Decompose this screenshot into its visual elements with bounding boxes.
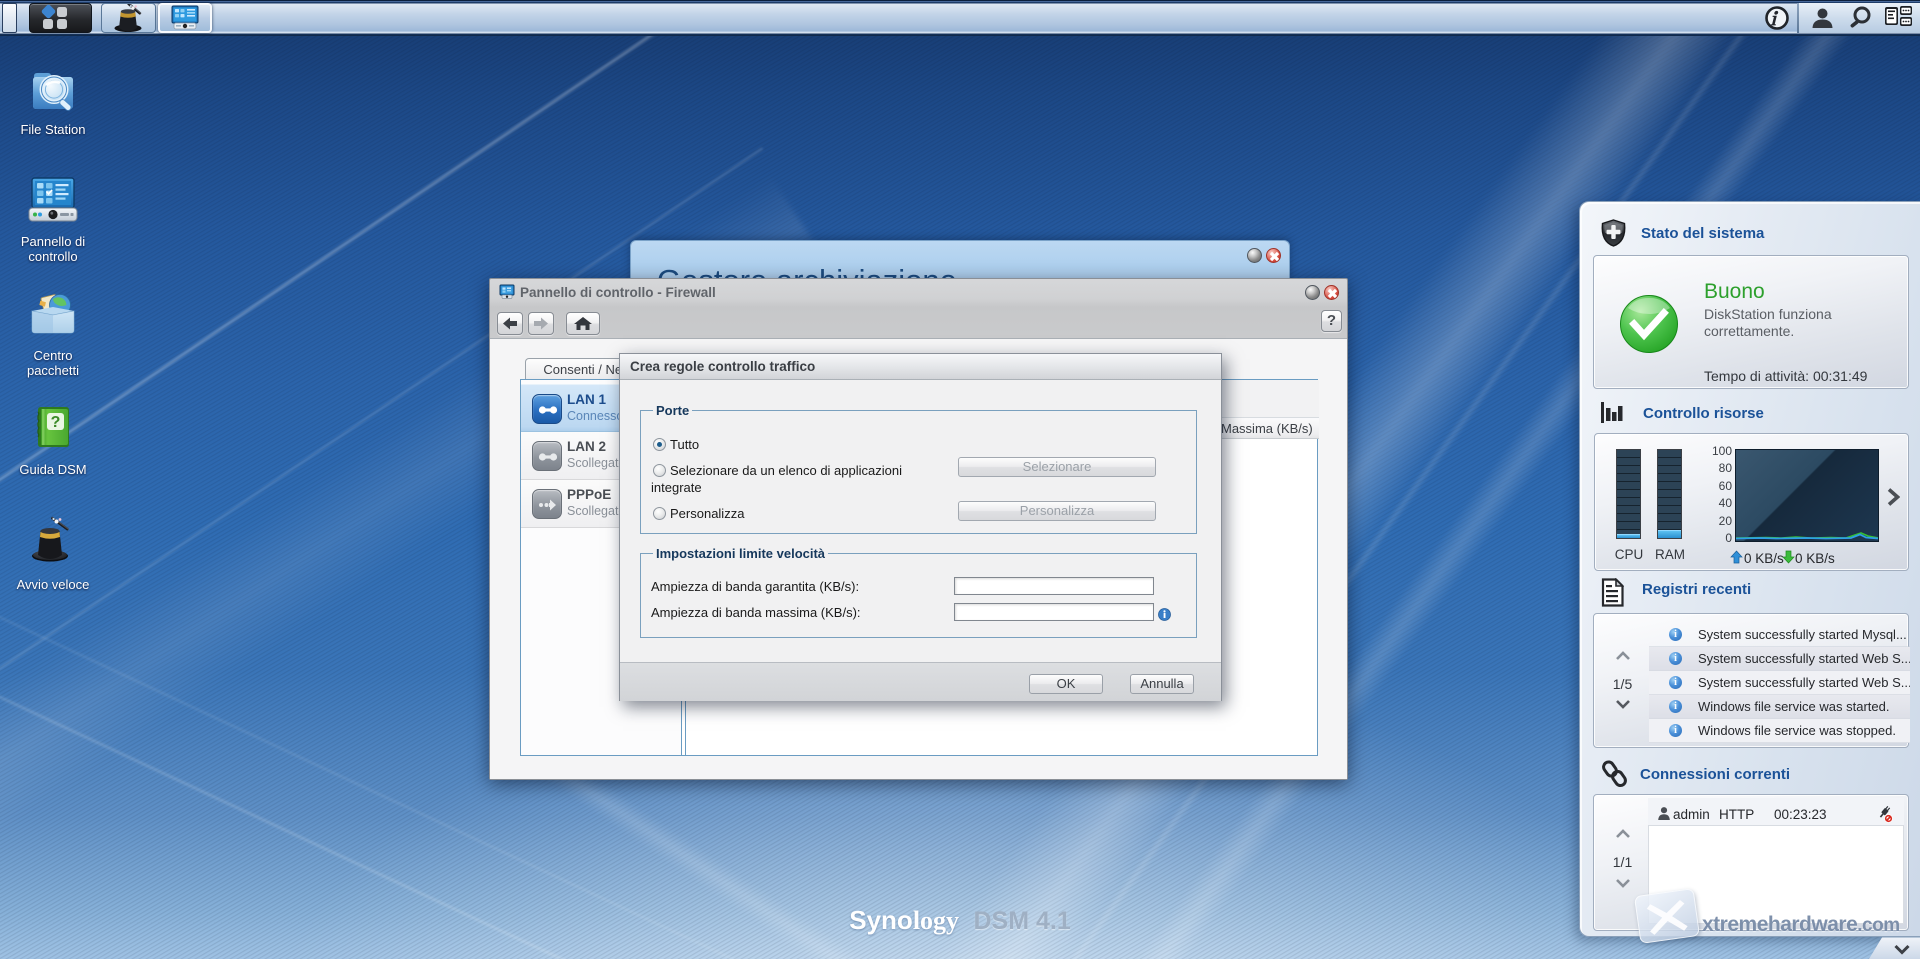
svg-text:?: ? [51,414,61,431]
